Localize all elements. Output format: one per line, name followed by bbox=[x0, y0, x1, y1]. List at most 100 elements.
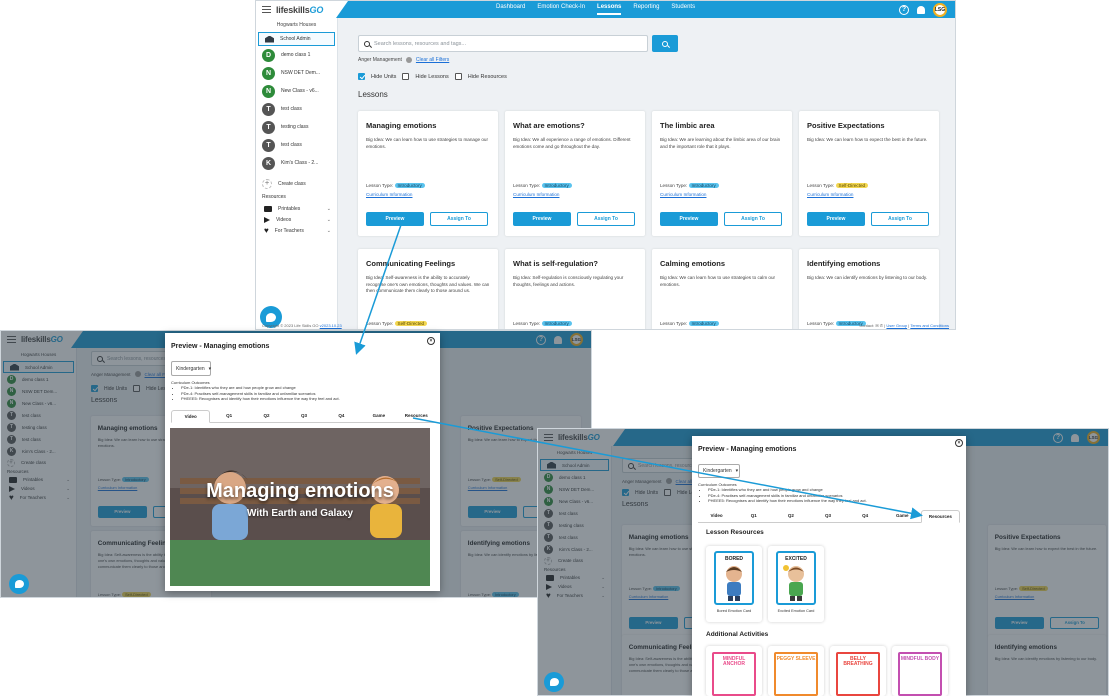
user-avatar[interactable]: LSG bbox=[933, 2, 947, 17]
preview-button[interactable]: Preview bbox=[366, 212, 424, 226]
sidebar-item-class[interactable]: N New Class - v6... bbox=[256, 82, 337, 100]
lesson-card[interactable]: What are emotions? Big Idea: We all exper… bbox=[505, 111, 645, 236]
curriculum-info-link[interactable]: Curriculum Information bbox=[513, 192, 637, 197]
lesson-card[interactable]: What is self-regulation? Big Idea: Self-r… bbox=[505, 249, 645, 329]
search-icon bbox=[662, 40, 668, 47]
sidebar-item-class[interactable]: Ttesting class bbox=[256, 118, 337, 136]
lesson-card[interactable]: Calming emotions Big Idea: We can learn h… bbox=[652, 249, 792, 329]
preview-button[interactable]: Preview bbox=[513, 212, 571, 226]
tab-game[interactable]: Game bbox=[884, 510, 921, 522]
hide-units-checkbox[interactable] bbox=[358, 73, 365, 80]
grade-dropdown[interactable]: Kindergarten ▾ bbox=[698, 464, 740, 478]
video-player[interactable]: Managing emotions With Earth and Galaxy bbox=[170, 428, 430, 586]
lesson-type-badge: Introductory bbox=[541, 183, 572, 188]
lesson-type-row: Lesson Type: Self-Directed bbox=[366, 321, 490, 326]
lesson-title: Managing emotions bbox=[366, 121, 437, 130]
preview-tabs: Video Q1 Q2 Q3 Q4 Game Resources bbox=[698, 510, 960, 523]
assign-to-button[interactable]: Assign To bbox=[724, 212, 782, 226]
grade-dropdown[interactable]: Kindergarten ▾ bbox=[171, 361, 211, 376]
outcome-item: PHEEE5: Recognises and identify how thei… bbox=[708, 498, 958, 503]
tab-video[interactable]: Video bbox=[698, 510, 735, 522]
curriculum-info-link[interactable]: Curriculum Information bbox=[660, 192, 784, 197]
chat-bubble-icon bbox=[266, 312, 276, 322]
sidebar-item-class[interactable]: N NSW DET Dem... bbox=[256, 64, 337, 82]
curriculum-info-link[interactable]: Curriculum Information bbox=[807, 192, 931, 197]
emotion-card-bored: BORED bbox=[714, 551, 754, 605]
curriculum-info-link[interactable]: Curriculum Information bbox=[366, 192, 490, 197]
tab-q3[interactable]: Q3 bbox=[285, 410, 322, 422]
activity-card[interactable]: MINDFUL BODY bbox=[892, 646, 948, 696]
tab-resources[interactable]: Resources bbox=[920, 510, 960, 523]
user-group-link[interactable]: User Group bbox=[886, 323, 907, 328]
lesson-type-badge: Self-Directed bbox=[835, 183, 869, 188]
lesson-card[interactable]: Communicating Feelings Big Idea: Self-awa… bbox=[358, 249, 498, 329]
hide-lessons-checkbox[interactable] bbox=[402, 73, 410, 80]
tab-video[interactable]: Video bbox=[171, 410, 211, 423]
menu-icon[interactable] bbox=[262, 6, 271, 13]
chat-button[interactable] bbox=[9, 574, 29, 594]
tab-q1[interactable]: Q1 bbox=[735, 510, 772, 522]
nav-lessons[interactable]: Lessons bbox=[597, 4, 622, 15]
lesson-card[interactable]: Identifying emotions Big Idea: We can ide… bbox=[799, 249, 939, 329]
tab-resources[interactable]: Resources bbox=[398, 410, 435, 422]
resource-card-excited[interactable]: EXCITED Excited Emotion Card bbox=[768, 546, 824, 622]
activity-card[interactable]: PEGGY SLEEVE bbox=[768, 646, 824, 696]
bored-child-illustration bbox=[726, 566, 742, 601]
tab-q4[interactable]: Q4 bbox=[847, 510, 884, 522]
search-input[interactable]: Search lessons, resources and tags... bbox=[358, 35, 648, 52]
sidebar-item-class[interactable]: K Kim's Class - 2... bbox=[256, 154, 337, 172]
tab-q4[interactable]: Q4 bbox=[323, 410, 360, 422]
assign-to-button[interactable]: Assign To bbox=[871, 212, 929, 226]
preview-button[interactable]: Preview bbox=[807, 212, 865, 226]
sidebar-item-class[interactable]: Ddemo class 1 bbox=[256, 46, 337, 64]
tab-q3[interactable]: Q3 bbox=[809, 510, 846, 522]
outcome-item: PHEEE5: Recognises and identify how thei… bbox=[181, 396, 431, 401]
activity-card[interactable]: MINDFUL ANCHOR bbox=[706, 646, 762, 696]
resource-caption: Bored Emotion Card bbox=[716, 609, 752, 613]
search-button[interactable] bbox=[652, 35, 678, 52]
nav-reporting[interactable]: Reporting bbox=[633, 4, 659, 15]
tab-game[interactable]: Game bbox=[360, 410, 397, 422]
assign-to-button[interactable]: Assign To bbox=[430, 212, 488, 226]
tab-q1[interactable]: Q1 bbox=[210, 410, 247, 422]
bell-icon[interactable] bbox=[917, 5, 925, 14]
app-logo[interactable]: lifeskillsGO bbox=[276, 5, 323, 15]
tab-q2[interactable]: Q2 bbox=[772, 510, 809, 522]
activity-card[interactable]: BELLY BREATHING bbox=[830, 646, 886, 696]
preview-button[interactable]: Preview bbox=[660, 212, 718, 226]
activity-poster: BELLY BREATHING bbox=[836, 652, 880, 696]
hide-resources-checkbox[interactable] bbox=[454, 73, 462, 80]
close-icon[interactable]: × bbox=[955, 439, 963, 447]
chat-button[interactable] bbox=[544, 672, 564, 692]
sidebar-item-for-teachers[interactable]: ♥ For Teachers ⌄ bbox=[256, 225, 337, 236]
lesson-card[interactable]: The limbic area Big Idea: We are learning… bbox=[652, 111, 792, 236]
heart-icon: ♥ bbox=[264, 226, 269, 235]
sidebar-item-create-class[interactable]: + Create class bbox=[256, 176, 337, 191]
sidebar-item-class[interactable]: Ttest class bbox=[256, 136, 337, 154]
additional-activities-heading: Additional Activities bbox=[706, 631, 769, 638]
activity-poster: MINDFUL BODY bbox=[898, 652, 942, 696]
nav-emotion-check-in[interactable]: Emotion Check-In bbox=[537, 4, 585, 15]
sidebar-item-printables[interactable]: Printables ⌄ bbox=[256, 203, 337, 214]
sidebar-item-videos[interactable]: Videos ⌄ bbox=[256, 214, 337, 225]
app-screen-main: lifeskillsGO Dashboard Emotion Check-In … bbox=[255, 0, 956, 330]
remove-filter-icon[interactable] bbox=[405, 57, 412, 63]
hide-resources-label: Hide Resources bbox=[467, 73, 507, 80]
nav-dashboard[interactable]: Dashboard bbox=[496, 4, 525, 15]
lesson-description: Big Idea: We can identify emotions by li… bbox=[807, 275, 928, 280]
assign-to-button[interactable]: Assign To bbox=[577, 212, 635, 226]
help-icon[interactable]: ? bbox=[899, 4, 909, 15]
terms-link[interactable]: Terms and Conditions bbox=[910, 323, 949, 328]
clear-filters-link[interactable]: Clear all Filters bbox=[416, 57, 449, 63]
chevron-down-icon: ▾ bbox=[735, 468, 739, 474]
tab-q2[interactable]: Q2 bbox=[248, 410, 285, 422]
sidebar-item-class[interactable]: Ttest class bbox=[256, 100, 337, 118]
lesson-card[interactable]: Managing emotions Big Idea: We can learn … bbox=[358, 111, 498, 236]
video-thumbnail-illustration bbox=[170, 428, 430, 586]
nav-students[interactable]: Students bbox=[671, 4, 695, 15]
sidebar-item-school-admin[interactable]: School Admin bbox=[258, 32, 335, 46]
close-icon[interactable]: × bbox=[427, 337, 435, 345]
lesson-card[interactable]: Positive Expectations Big Idea: We can le… bbox=[799, 111, 939, 236]
resource-card-bored[interactable]: BORED Bored Emotion Card bbox=[706, 546, 762, 622]
sidebar-item-label: test class bbox=[281, 142, 302, 148]
